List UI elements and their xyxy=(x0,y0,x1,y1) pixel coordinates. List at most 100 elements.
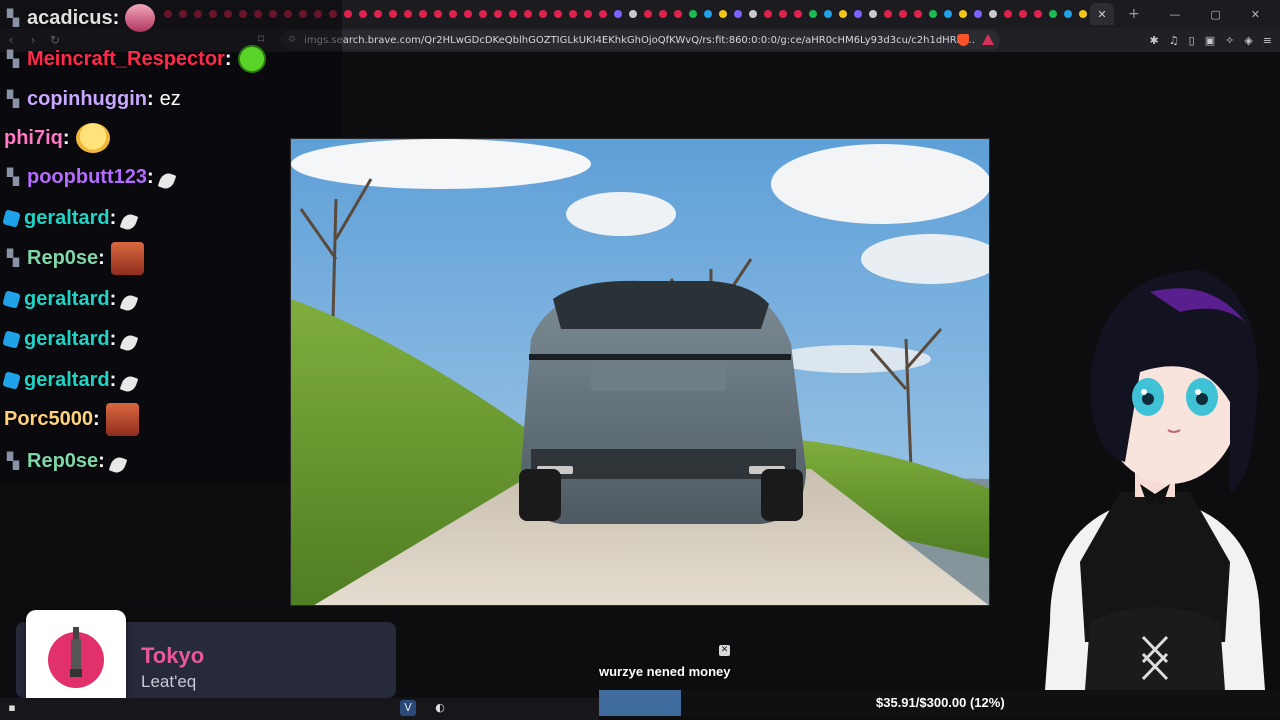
chat-username[interactable]: poopbutt123 xyxy=(27,166,147,189)
browser-tab[interactable] xyxy=(775,3,790,25)
chat-message: geraltard: xyxy=(2,365,139,395)
active-browser-tab[interactable]: ✕ xyxy=(1090,3,1114,25)
tab-favicon-icon xyxy=(433,10,442,18)
browser-tab[interactable] xyxy=(655,3,670,25)
new-tab-button[interactable]: + xyxy=(1128,6,1140,22)
browser-tab[interactable] xyxy=(370,3,385,25)
browser-tab[interactable] xyxy=(415,3,430,25)
chat-colon: : xyxy=(224,47,232,70)
browser-tab[interactable] xyxy=(490,3,505,25)
chat-username[interactable]: Rep0se xyxy=(27,450,98,473)
chat-colon: : xyxy=(109,287,117,310)
browser-tab[interactable] xyxy=(565,3,580,25)
browser-tab[interactable] xyxy=(730,3,745,25)
browser-tab[interactable] xyxy=(1000,3,1015,25)
chat-username[interactable]: Meincraft_Respector xyxy=(27,48,225,71)
browser-tab[interactable] xyxy=(355,3,370,25)
browser-tab[interactable] xyxy=(1030,3,1045,25)
tab-favicon-icon xyxy=(1048,10,1057,18)
browser-tab[interactable] xyxy=(445,3,460,25)
chat-colon: : xyxy=(146,87,154,110)
browser-tab[interactable] xyxy=(790,3,805,25)
tab-favicon-icon xyxy=(403,10,412,18)
browser-tab[interactable] xyxy=(955,3,970,25)
chat-username[interactable]: Porc5000 xyxy=(4,408,93,431)
feather-emote-icon xyxy=(119,293,139,313)
tab-favicon-icon xyxy=(1063,10,1072,18)
browser-tab[interactable] xyxy=(880,3,895,25)
sidebar-icon[interactable]: ▯ xyxy=(1189,34,1195,47)
chat-username[interactable]: phi7iq xyxy=(4,127,63,150)
browser-tab[interactable] xyxy=(715,3,730,25)
chat-username[interactable]: geraltard xyxy=(24,369,110,392)
browser-tab[interactable] xyxy=(1045,3,1060,25)
browser-tab[interactable] xyxy=(430,3,445,25)
brave-rewards-icon[interactable] xyxy=(982,34,994,45)
feather-emote-icon xyxy=(119,333,139,353)
menu-icon[interactable]: ≡ xyxy=(1263,34,1272,47)
donation-close-icon[interactable]: ✕ xyxy=(719,645,730,656)
browser-tab[interactable] xyxy=(700,3,715,25)
chat-username[interactable]: geraltard xyxy=(24,328,110,351)
browser-tab[interactable] xyxy=(580,3,595,25)
browser-tab[interactable] xyxy=(535,3,550,25)
browser-tab[interactable] xyxy=(505,3,520,25)
close-tab-icon[interactable]: ✕ xyxy=(1097,8,1106,21)
app-icon[interactable]: ◐ xyxy=(432,700,448,716)
browser-tab[interactable] xyxy=(550,3,565,25)
minimize-button[interactable]: — xyxy=(1169,8,1180,21)
browser-tab[interactable] xyxy=(760,3,775,25)
extensions-icon[interactable]: ✱ xyxy=(1150,34,1159,47)
browser-tab[interactable] xyxy=(670,3,685,25)
browser-tab[interactable] xyxy=(970,3,985,25)
wallet-icon[interactable]: ▣ xyxy=(1205,34,1215,47)
address-bar[interactable]: ⚙ imgs.search.brave.com/Qr2HLwGDcDKeQblh… xyxy=(280,30,1000,50)
leo-icon[interactable]: ✧ xyxy=(1225,34,1234,47)
browser-tab[interactable] xyxy=(910,3,925,25)
chat-username[interactable]: geraltard xyxy=(24,288,110,311)
music-icon[interactable]: ♫ xyxy=(1169,34,1179,47)
vscode-icon[interactable]: V xyxy=(400,700,416,716)
browser-tab[interactable] xyxy=(385,3,400,25)
maximize-button[interactable]: ▢ xyxy=(1210,8,1220,21)
close-window-button[interactable]: ✕ xyxy=(1251,8,1260,21)
donation-goal-fill xyxy=(599,690,681,716)
browser-tab[interactable] xyxy=(1060,3,1075,25)
browser-tab[interactable] xyxy=(835,3,850,25)
statue-icon xyxy=(70,627,82,677)
vtuber-avatar-graphic xyxy=(1045,270,1265,690)
chat-username[interactable]: copinhuggin xyxy=(27,88,147,111)
tab-favicon-icon xyxy=(958,10,967,18)
browser-tab[interactable] xyxy=(610,3,625,25)
browser-tab[interactable] xyxy=(925,3,940,25)
browser-tab[interactable] xyxy=(865,3,880,25)
chat-username[interactable]: geraltard xyxy=(24,207,110,230)
address-url[interactable]: imgs.search.brave.com/Qr2HLwGDcDKeQblhGO… xyxy=(304,35,978,46)
browser-tab[interactable] xyxy=(460,3,475,25)
tab-favicon-icon xyxy=(853,10,862,18)
chat-username[interactable]: Rep0se xyxy=(27,247,98,270)
browser-tab[interactable] xyxy=(520,3,535,25)
browser-tab[interactable] xyxy=(745,3,760,25)
browser-tab[interactable] xyxy=(805,3,820,25)
chat-username[interactable]: acadicus xyxy=(27,7,113,30)
browser-tab[interactable] xyxy=(985,3,1000,25)
browser-tab[interactable] xyxy=(400,3,415,25)
tab-favicon-icon xyxy=(613,10,622,18)
browser-tab[interactable] xyxy=(640,3,655,25)
browser-tab[interactable] xyxy=(595,3,610,25)
browser-tab[interactable] xyxy=(625,3,640,25)
browser-tab[interactable] xyxy=(940,3,955,25)
tab-favicon-icon xyxy=(988,10,997,18)
browser-tab[interactable] xyxy=(1075,3,1090,25)
vpn-icon[interactable]: ◈ xyxy=(1244,34,1252,47)
browser-tab[interactable] xyxy=(1015,3,1030,25)
browser-tab[interactable] xyxy=(820,3,835,25)
brave-shield-icon[interactable] xyxy=(958,34,969,46)
browser-tab[interactable] xyxy=(340,3,355,25)
start-icon[interactable]: ▪ xyxy=(4,700,20,716)
browser-tab[interactable] xyxy=(895,3,910,25)
browser-tab[interactable] xyxy=(475,3,490,25)
browser-tab[interactable] xyxy=(850,3,865,25)
browser-tab[interactable] xyxy=(685,3,700,25)
